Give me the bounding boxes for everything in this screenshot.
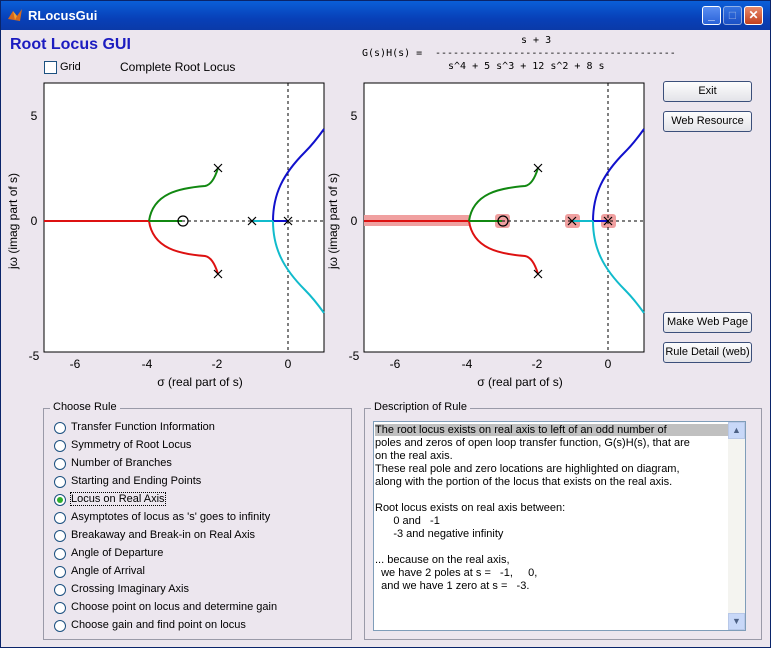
plot-axes (43, 82, 325, 353)
xtick-label: 0 (605, 357, 612, 371)
web-resource-button[interactable]: Web Resource (663, 111, 752, 132)
choose-rule-group: Choose Rule Transfer Function Informatio… (43, 401, 352, 640)
description-group: Description of Rule The root locus exist… (364, 401, 762, 640)
description-line: These real pole and zero locations are h… (375, 463, 680, 475)
tf-denominator: s^4 + 5 s^3 + 12 s^2 + 8 s (448, 61, 605, 72)
description-line: -3 and negative infinity (375, 528, 504, 540)
xtick-label: -6 (390, 357, 401, 371)
radio-button[interactable] (54, 512, 66, 524)
complete-locus-plot[interactable]: 5 0 -5 -6 -4 -2 0 σ (real part of s) jω … (5, 74, 335, 404)
title-bar: RLocusGui _ □ ✕ (1, 1, 770, 30)
rule-label[interactable]: Breakaway and Break-in on Real Axis (71, 529, 255, 541)
grid-label: Grid (60, 61, 81, 73)
minimize-button[interactable]: _ (702, 6, 721, 25)
rule-label[interactable]: Locus on Real Axis (70, 492, 166, 506)
xtick-label: -4 (142, 357, 153, 371)
rule-detail-button[interactable]: Rule Detail (web) (663, 342, 752, 363)
window-title: RLocusGui (28, 8, 98, 23)
maximize-button: □ (723, 6, 742, 25)
x-axis-label: σ (real part of s) (157, 375, 242, 389)
xtick-label: -2 (532, 357, 543, 371)
radio-button[interactable] (54, 548, 66, 560)
radio-selected-dot (57, 497, 63, 503)
scroll-up-icon[interactable]: ▲ (728, 422, 745, 439)
description-line: poles and zeros of open loop transfer fu… (375, 437, 690, 449)
ytick-label: 5 (31, 109, 38, 123)
rule-label[interactable]: Angle of Arrival (71, 565, 145, 577)
radio-button[interactable] (54, 440, 66, 452)
rule-locus-plot[interactable]: 5 0 -5 -6 -4 -2 0 σ (real part of s) jω … (325, 74, 655, 404)
rule-label[interactable]: Choose point on locus and determine gain (71, 601, 277, 613)
rule-label[interactable]: Asymptotes of locus as 's' goes to infin… (71, 511, 270, 523)
radio-button[interactable] (54, 422, 66, 434)
radio-button[interactable] (54, 530, 66, 542)
client-area: Root Locus GUI Grid Complete Root Locus … (5, 30, 766, 645)
description-line: Root locus exists on real axis between: (375, 502, 566, 514)
description-line: and we have 1 zero at s = -3. (375, 580, 530, 592)
radio-button[interactable] (54, 566, 66, 578)
description-title: Description of Rule (371, 401, 470, 413)
description-textbox[interactable]: The root locus exists on real axis to le… (373, 421, 746, 631)
rule-label[interactable]: Angle of Departure (71, 547, 163, 559)
description-line: along with the portion of the locus that… (375, 476, 673, 488)
ytick-label: -5 (29, 349, 40, 363)
rule-label[interactable]: Crossing Imaginary Axis (71, 583, 189, 595)
description-line: ... because on the real axis, (375, 554, 510, 566)
description-scrollbar[interactable]: ▲ ▼ (728, 422, 745, 630)
tf-divider: ---------------------------------------- (435, 48, 676, 59)
ytick-label: 0 (31, 214, 38, 228)
rule-label[interactable]: Number of Branches (71, 457, 172, 469)
radio-button[interactable] (54, 620, 66, 632)
description-line: on the real axis. (375, 450, 453, 462)
description-line: we have 2 poles at s = -1, 0, (375, 567, 538, 579)
x-axis-label: σ (real part of s) (477, 375, 562, 389)
scroll-down-icon[interactable]: ▼ (728, 613, 745, 630)
y-axis-label: jω (imag part of s) (6, 173, 20, 270)
xtick-label: 0 (285, 357, 292, 371)
ytick-label: -5 (349, 349, 360, 363)
close-button[interactable]: ✕ (744, 6, 763, 25)
gui-title: Root Locus GUI (10, 36, 131, 53)
plot-title: Complete Root Locus (120, 60, 236, 74)
ytick-label: 5 (351, 109, 358, 123)
rule-label[interactable]: Symmetry of Root Locus (71, 439, 191, 451)
radio-button[interactable] (54, 476, 66, 488)
radio-button[interactable] (54, 494, 66, 506)
app-window: RLocusGui _ □ ✕ Root Locus GUI Grid Comp… (0, 0, 771, 648)
rule-label[interactable]: Transfer Function Information (71, 421, 215, 433)
ytick-label: 0 (351, 214, 358, 228)
choose-rule-title: Choose Rule (50, 401, 120, 413)
tf-lhs: G(s)H(s) = (362, 48, 423, 59)
description-line: 0 and -1 (375, 515, 440, 527)
matlab-icon (8, 9, 22, 21)
tf-numerator: s + 3 (521, 35, 552, 46)
exit-button[interactable]: Exit (663, 81, 752, 102)
rule-label[interactable]: Starting and Ending Points (71, 475, 201, 487)
y-axis-label: jω (imag part of s) (326, 173, 340, 270)
xtick-label: -2 (212, 357, 223, 371)
rule-label[interactable]: Choose gain and find point on locus (71, 619, 246, 631)
grid-checkbox[interactable] (44, 61, 57, 74)
radio-button[interactable] (54, 458, 66, 470)
xtick-label: -4 (462, 357, 473, 371)
make-web-page-button[interactable]: Make Web Page (663, 312, 752, 333)
radio-button[interactable] (54, 584, 66, 596)
xtick-label: -6 (70, 357, 81, 371)
description-line: The root locus exists on real axis to le… (375, 424, 733, 436)
radio-button[interactable] (54, 602, 66, 614)
